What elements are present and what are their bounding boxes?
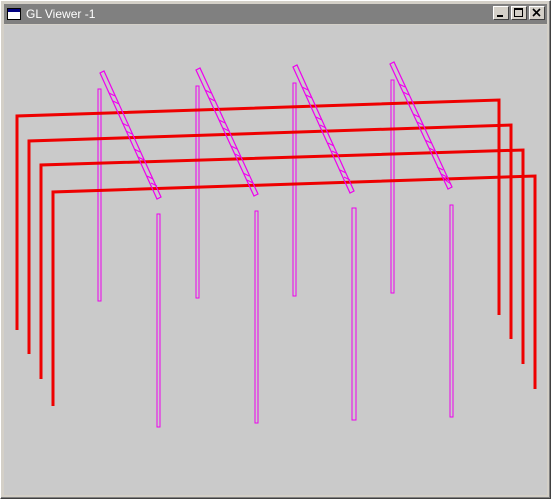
panel-post xyxy=(292,82,297,297)
panel-post xyxy=(156,213,161,428)
gl-viewport[interactable] xyxy=(4,25,547,495)
red-frames xyxy=(15,98,537,406)
minimize-button[interactable] xyxy=(493,6,509,20)
panel-post xyxy=(351,207,357,421)
title-bar[interactable]: GL Viewer -1 xyxy=(4,4,547,24)
red-frame xyxy=(51,174,537,406)
window-title: GL Viewer -1 xyxy=(26,7,96,21)
panel-post xyxy=(97,88,102,302)
inclined-panel xyxy=(292,64,355,194)
panel-clips xyxy=(108,83,452,187)
inclined-panel xyxy=(195,67,259,197)
app-window-icon[interactable] xyxy=(7,8,21,20)
panel-post xyxy=(390,79,395,294)
gl-viewer-window: GL Viewer -1 xyxy=(0,0,551,499)
panel-post xyxy=(449,204,454,418)
title-buttons xyxy=(493,6,545,20)
maximize-icon xyxy=(514,8,523,17)
magenta-posts-front xyxy=(156,204,454,428)
panel-post xyxy=(254,210,259,424)
panel-post xyxy=(195,85,200,299)
scene-canvas[interactable] xyxy=(4,25,547,495)
close-icon xyxy=(532,8,541,17)
inclined-panel xyxy=(99,70,162,200)
minimize-icon xyxy=(497,15,503,17)
close-button[interactable] xyxy=(529,6,545,20)
maximize-button[interactable] xyxy=(511,6,527,20)
